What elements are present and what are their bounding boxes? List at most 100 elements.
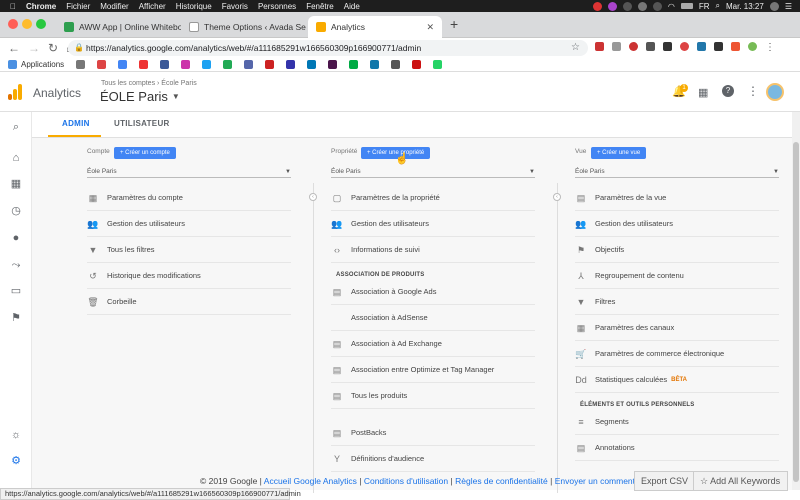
admin-menu-item[interactable]: ≡ Segments: [575, 409, 779, 435]
create-view-button[interactable]: + Créer une vue: [591, 147, 647, 159]
menu-favoris[interactable]: Favoris: [222, 2, 248, 11]
admin-menu-item[interactable]: Dd Statistiques calculées BÊTA: [575, 367, 779, 393]
conversions-flag-icon[interactable]: ⚑: [10, 312, 22, 324]
slack-icon[interactable]: [328, 60, 338, 69]
forward-icon[interactable]: →: [28, 41, 40, 55]
extension-icon[interactable]: [714, 42, 723, 51]
extension-icon[interactable]: [663, 42, 672, 51]
admin-menu-item[interactable]: 👥 Gestion des utilisateurs: [331, 211, 535, 237]
bookmark-icon[interactable]: [412, 60, 422, 69]
admin-menu-item[interactable]: 🛒 Paramètres de commerce électronique: [575, 341, 779, 367]
chrome-menu-icon[interactable]: ⋮: [765, 42, 775, 53]
status-app-icon[interactable]: [622, 1, 632, 11]
gmail-icon[interactable]: [97, 60, 107, 69]
admin-menu-item[interactable]: ↺ Historique des modifications: [87, 263, 291, 289]
menu-modifier[interactable]: Modifier: [100, 2, 128, 11]
admin-menu-item[interactable]: 👥 Gestion des utilisateurs: [87, 211, 291, 237]
extension-icon[interactable]: [612, 42, 621, 51]
help-icon[interactable]: ?: [722, 85, 734, 97]
admin-menu-item[interactable]: ▤ Tous les produits: [331, 383, 535, 409]
view-select[interactable]: Éole Paris ▼: [575, 166, 779, 178]
tab-admin[interactable]: ADMIN: [62, 119, 90, 128]
apple-icon[interactable]: : [10, 2, 16, 11]
clock[interactable]: Mar. 13:27: [726, 2, 764, 11]
new-tab-button[interactable]: +: [450, 16, 458, 32]
bookmark-icon[interactable]: [223, 60, 233, 69]
admin-menu-item[interactable]: Y Définitions d'audience: [331, 446, 535, 472]
tab-utilisateur[interactable]: UTILISATEUR: [114, 119, 170, 128]
menu-personnes[interactable]: Personnes: [258, 2, 296, 11]
menu-fichier[interactable]: Fichier: [66, 2, 90, 11]
more-menu-icon[interactable]: ⋮: [747, 84, 759, 98]
extension-icon[interactable]: [595, 42, 604, 51]
wordpress-icon[interactable]: [697, 42, 706, 51]
admin-menu-item[interactable]: 👥 Gestion des utilisateurs: [575, 211, 779, 237]
status-app-icon[interactable]: [592, 1, 602, 11]
admin-menu-item[interactable]: ▤ Annotations: [575, 435, 779, 461]
twitter-icon[interactable]: [202, 60, 212, 69]
extension-icon[interactable]: [731, 42, 740, 51]
language-indicator[interactable]: FR: [699, 2, 710, 11]
menu-historique[interactable]: Historique: [176, 2, 212, 11]
linkedin-icon[interactable]: [307, 60, 317, 69]
trello-icon[interactable]: [370, 60, 380, 69]
footer-link-home[interactable]: Accueil Google Analytics: [264, 476, 357, 486]
menu-afficher[interactable]: Afficher: [139, 2, 166, 11]
back-icon[interactable]: ←: [8, 41, 20, 55]
admin-menu-item[interactable]: 🗑 Corbeille: [87, 289, 291, 315]
close-window-button[interactable]: [8, 19, 18, 29]
account-selector[interactable]: ÉOLE Paris ▼: [100, 89, 180, 104]
user-avatar[interactable]: [766, 83, 784, 101]
whatsapp-icon[interactable]: [433, 60, 443, 69]
admin-menu-item[interactable]: ▤ Association à Google Ads: [331, 279, 535, 305]
admin-menu-item[interactable]: ▤ Paramètres de la vue: [575, 185, 779, 211]
discover-bulb-icon[interactable]: ☼: [10, 429, 22, 441]
customization-icon[interactable]: ▦: [10, 178, 22, 190]
analytics-logo-icon[interactable]: [8, 84, 22, 100]
browser-tab-analytics[interactable]: Analytics ✕: [308, 16, 442, 38]
fullscreen-window-button[interactable]: [36, 19, 46, 29]
bookmark-icon[interactable]: [286, 60, 296, 69]
wifi-icon[interactable]: ◠: [668, 2, 675, 11]
bookmark-star-icon[interactable]: ☆: [571, 42, 580, 53]
footer-link-terms[interactable]: Conditions d'utilisation: [364, 476, 448, 486]
realtime-clock-icon[interactable]: ◷: [10, 205, 22, 217]
admin-menu-item[interactable]: ▤ Association entre Optimize et Tag Manag…: [331, 357, 535, 383]
battery-icon[interactable]: [680, 3, 693, 9]
collapse-column-icon[interactable]: ‹: [309, 193, 317, 201]
bookmark-applications[interactable]: Applications: [21, 60, 64, 69]
apps-grid-icon[interactable]: [8, 60, 17, 69]
browser-tab-theme-options[interactable]: Theme Options ‹ Avada Seo – ✕: [181, 16, 306, 38]
facebook-icon[interactable]: [160, 60, 170, 69]
url-bar[interactable]: 🔒 https://analytics.google.com/analytics…: [68, 40, 588, 56]
admin-menu-item[interactable]: ▤ Association à Ad Exchange: [331, 331, 535, 357]
add-all-keywords-button[interactable]: ☆ Add All Keywords: [693, 471, 788, 491]
bookmark-icon[interactable]: [244, 60, 254, 69]
admin-menu-item[interactable]: ▢ Paramètres de la propriété: [331, 185, 535, 211]
menu-app[interactable]: Chrome: [26, 2, 56, 11]
account-select[interactable]: Éole Paris ▼: [87, 166, 291, 178]
collapse-column-icon[interactable]: ‹: [553, 193, 561, 201]
search-icon[interactable]: ⌕: [10, 121, 22, 133]
admin-menu-item[interactable]: ▼ Tous les filtres: [87, 237, 291, 263]
notification-center-icon[interactable]: ☰: [785, 2, 792, 11]
admin-menu-item[interactable]: ‹› Informations de suivi: [331, 237, 535, 263]
menu-fenetre[interactable]: Fenêtre: [306, 2, 334, 11]
youtube-icon[interactable]: [139, 60, 149, 69]
footer-link-privacy[interactable]: Règles de confidentialité: [455, 476, 548, 486]
home-icon[interactable]: ⌂: [10, 152, 22, 164]
google-icon[interactable]: [118, 60, 128, 69]
apps-grid-icon[interactable]: ▦: [698, 86, 708, 99]
scrollbar-thumb[interactable]: [793, 142, 799, 482]
admin-menu-item[interactable]: ▤ PostBacks: [331, 420, 535, 446]
pinterest-icon[interactable]: [629, 42, 638, 51]
create-account-button[interactable]: + Créer un compte: [114, 147, 176, 159]
reload-icon[interactable]: ↻: [48, 41, 58, 55]
siri-icon[interactable]: [769, 1, 779, 11]
admin-gear-icon[interactable]: ⚙: [10, 455, 22, 467]
search-icon[interactable]: ⌕: [716, 1, 720, 11]
instagram-icon[interactable]: [181, 60, 191, 69]
behavior-icon[interactable]: ▭: [10, 285, 22, 297]
export-csv-button[interactable]: Export CSV: [634, 471, 696, 491]
admin-menu-item[interactable]: ▦ Paramètres des canaux: [575, 315, 779, 341]
